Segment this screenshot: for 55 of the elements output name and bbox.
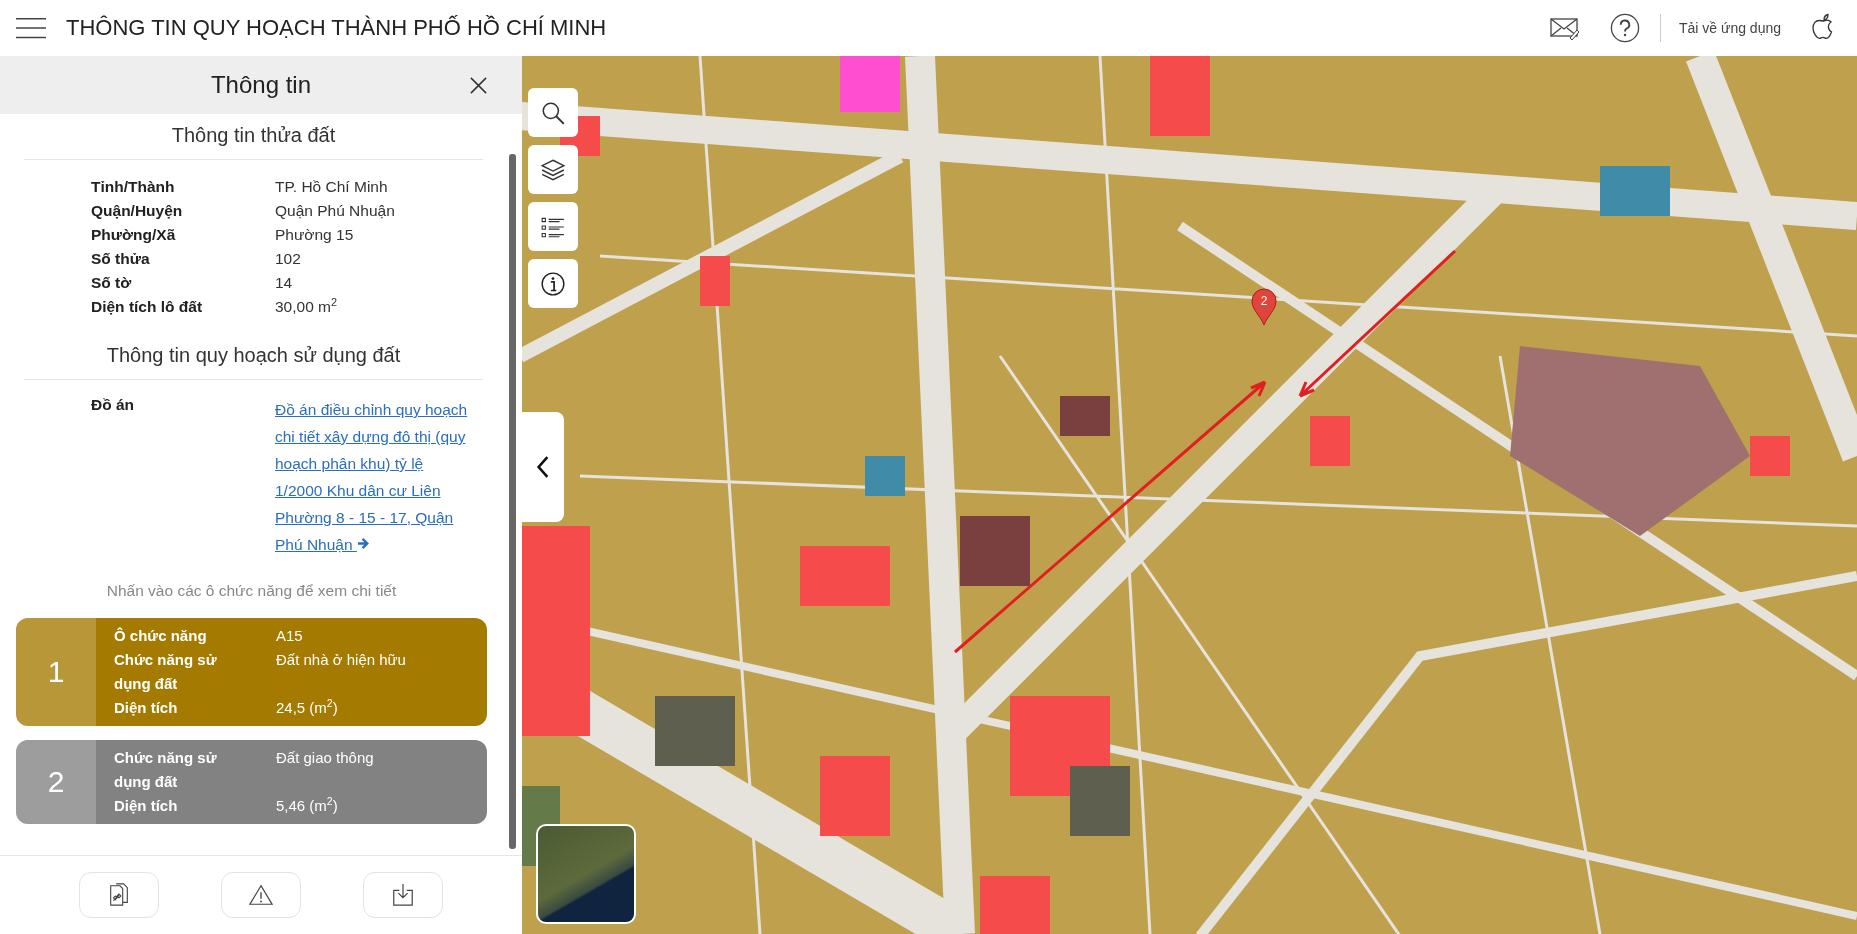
field-label: Diện tích lô đất — [91, 298, 204, 316]
search-button[interactable] — [528, 88, 578, 137]
zone-label: Chức năng sử dụng đất — [114, 650, 218, 694]
app-title: THÔNG TIN QUY HOẠCH THÀNH PHỐ HỒ CHÍ MINH — [66, 15, 607, 41]
layers-button[interactable] — [528, 145, 578, 194]
field-value: 14 — [275, 274, 294, 292]
panel-title: Thông tin — [210, 71, 312, 99]
help-icon[interactable] — [1610, 13, 1640, 43]
download-icon — [391, 883, 415, 907]
field-value: 102 — [275, 250, 302, 268]
zone-value: Đất nhà ở hiện hữu — [276, 650, 406, 670]
zone-value: 5,46 (m$^{2}$) — [276, 794, 339, 816]
info-button[interactable] — [528, 259, 578, 308]
zone-label: Ô chức năng — [114, 626, 208, 646]
arrow-right-icon — [356, 537, 370, 550]
section-title: Thông tin thửa đất — [24, 114, 483, 160]
field-value: TP. Hồ Chí Minh — [275, 178, 389, 196]
zone-card[interactable]: 2 Chức năng sử dụng đất Đất giao thông Diện tích 5,46 (m$^{2}$) — [16, 740, 487, 824]
link-document-button[interactable] — [79, 872, 159, 918]
chevron-left-icon — [536, 455, 550, 479]
scrollbar[interactable] — [509, 154, 516, 849]
info-icon — [540, 270, 566, 297]
field-label: Số thửa — [91, 250, 151, 268]
field-value: Quận Phú Nhuận — [275, 202, 396, 220]
field-label: Phường/Xã — [91, 226, 177, 244]
map-drawing[interactable] — [522, 56, 1857, 934]
field-label: Quận/Huyện — [91, 202, 184, 220]
zone-label: Diện tích — [114, 698, 179, 718]
report-button[interactable] — [221, 872, 301, 918]
map-marker[interactable]: 2 — [1251, 288, 1277, 326]
list-button[interactable] — [528, 202, 578, 251]
field-value: Phường 15 — [275, 226, 355, 244]
zone-value: 24,5 (m$^{2}$) — [276, 696, 339, 718]
field-label: Tỉnh/Thành — [91, 178, 176, 196]
zone-number: 2 — [47, 765, 65, 799]
zone-label: Chức năng sử dụng đất — [114, 748, 218, 792]
menu-icon[interactable] — [16, 17, 46, 39]
zone-value: Đất giao thông — [276, 748, 374, 768]
download-app-link[interactable]: Tải về ứng dụng — [1679, 20, 1781, 36]
satellite-thumbnail[interactable] — [536, 824, 636, 924]
field-value: 30,00 m$^{2}$ — [275, 298, 339, 316]
warning-icon — [249, 883, 273, 907]
mail-icon[interactable] — [1550, 15, 1580, 41]
zone-value: A15 — [276, 626, 304, 646]
zone-label: Diện tích — [114, 796, 179, 816]
zone-card[interactable]: 1 Ô chức năng A15 Chức năng sử dụng đất Đất nhà ở hiện hữu Diện tích 24,5 (m$^{2}$) — [16, 618, 487, 726]
field-label: Số tờ — [91, 274, 133, 292]
hint-text: Nhấn vào các ô chức năng để xem chi tiết — [105, 582, 398, 600]
project-link[interactable]: Đồ án điều chỉnh quy hoạch chi tiết xây dựng đô thị (quy hoạch phân khu) tỷ lệ 1/2000 Khu dân cư Liên Phường 8 - 15 - 17, Quận Phú Nhuận — [275, 396, 471, 558]
section-title: Thông tin quy hoạch sử dụng đất — [24, 334, 483, 380]
download-button[interactable] — [363, 872, 443, 918]
zone-number: 1 — [47, 655, 65, 689]
close-icon[interactable] — [469, 76, 488, 95]
field-label: Đồ án — [91, 396, 136, 415]
linked-document-icon — [107, 883, 131, 907]
